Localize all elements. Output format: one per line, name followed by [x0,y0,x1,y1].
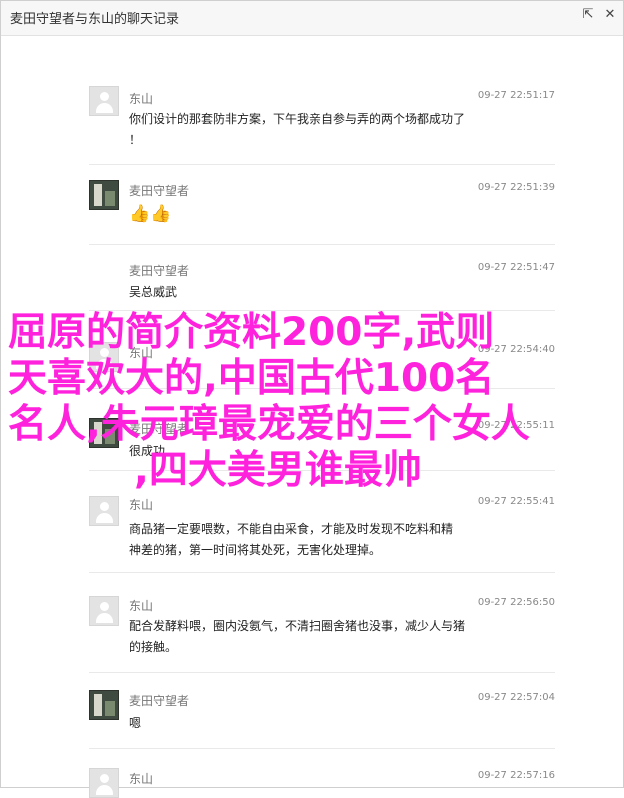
message-time: 09-27 22:55:11 [477,420,555,431]
sender-name: 东山 [129,92,154,106]
message-time: 09-27 22:57:16 [477,770,555,781]
default-avatar-icon[interactable] [89,496,119,526]
message-item: 东山 09-27 22:57:16 [89,758,555,798]
message-time: 09-27 22:55:41 [477,496,555,507]
message-time: 09-27 22:51:47 [477,262,555,273]
sender-name: 麦田守望者 [129,184,190,198]
message-time: 09-27 22:56:50 [477,597,555,608]
message-item: 麦田守望者 09-27 22:51:47 吴总威武 [89,252,555,311]
message-list[interactable]: 东山 09-27 22:51:17 你们设计的那套防非方案，下午我亲自参与弄的两… [1,36,623,798]
message-time: 09-27 22:57:04 [477,692,555,703]
message-text: 吴总威武 [129,285,178,299]
message-text: 配合发酵料喂，圈内没氨气，不清扫圈舍猪也没事，减少人与猪 的接触。 [129,619,466,654]
message-item: 麦田守望者 09-27 22:57:04 嗯 [89,682,555,749]
photo-avatar-icon[interactable] [89,418,119,448]
sender-name: 东山 [129,346,154,360]
message-item: 麦田守望者 09-27 22:51:39 👍👍 [89,172,555,245]
default-avatar-icon[interactable] [89,342,119,372]
message-item: 东山 09-27 22:55:41 商品猪一定要喂数，不能自由采食，才能及时发现… [89,486,555,573]
sender-name: 东山 [129,772,154,786]
default-avatar-icon[interactable] [89,768,119,798]
photo-avatar-icon[interactable] [89,180,119,210]
message-item: 东山 09-27 22:56:50 配合发酵料喂，圈内没氨气，不清扫圈舍猪也没事… [89,588,555,673]
message-item: 东山 09-27 22:51:17 你们设计的那套防非方案，下午我亲自参与弄的两… [89,78,555,165]
thumbs-up-emoji: 👍👍 [129,204,172,224]
sender-name: 麦田守望者 [129,422,190,436]
sender-name: 东山 [129,599,154,613]
title-bar: 麦田守望者与东山的聊天记录 ⇱ ✕ [1,1,623,36]
message-text: 商品猪一定要喂数，不能自由采食，才能及时发现不吃料和精 神差的猪，第一时间将其处… [129,522,454,557]
message-text: 嗯 [129,716,142,730]
message-time: 09-27 22:51:39 [477,182,555,193]
default-avatar-icon[interactable] [89,86,119,116]
message-text: 很成功 [129,444,166,458]
message-time: 09-27 22:54:40 [477,344,555,355]
window-title: 麦田守望者与东山的聊天记录 [10,12,180,27]
photo-avatar-icon[interactable] [89,690,119,720]
export-icon[interactable]: ⇱ [579,6,597,24]
sender-name: 麦田守望者 [129,264,190,278]
default-avatar-icon[interactable] [89,596,119,626]
sender-name: 东山 [129,498,154,512]
message-item: 麦田守望者 09-27 22:55:11 很成功 [89,400,555,471]
chat-window: 麦田守望者与东山的聊天记录 ⇱ ✕ 东山 09-27 22:51:17 你们设计… [0,0,624,798]
message-time: 09-27 22:51:17 [477,90,555,101]
close-icon[interactable]: ✕ [601,6,619,24]
sender-name: 麦田守望者 [129,694,190,708]
message-text: 你们设计的那套防非方案，下午我亲自参与弄的两个场都成功了 ！ [129,112,466,147]
message-item: 东山 09-27 22:54:40 [89,320,555,389]
